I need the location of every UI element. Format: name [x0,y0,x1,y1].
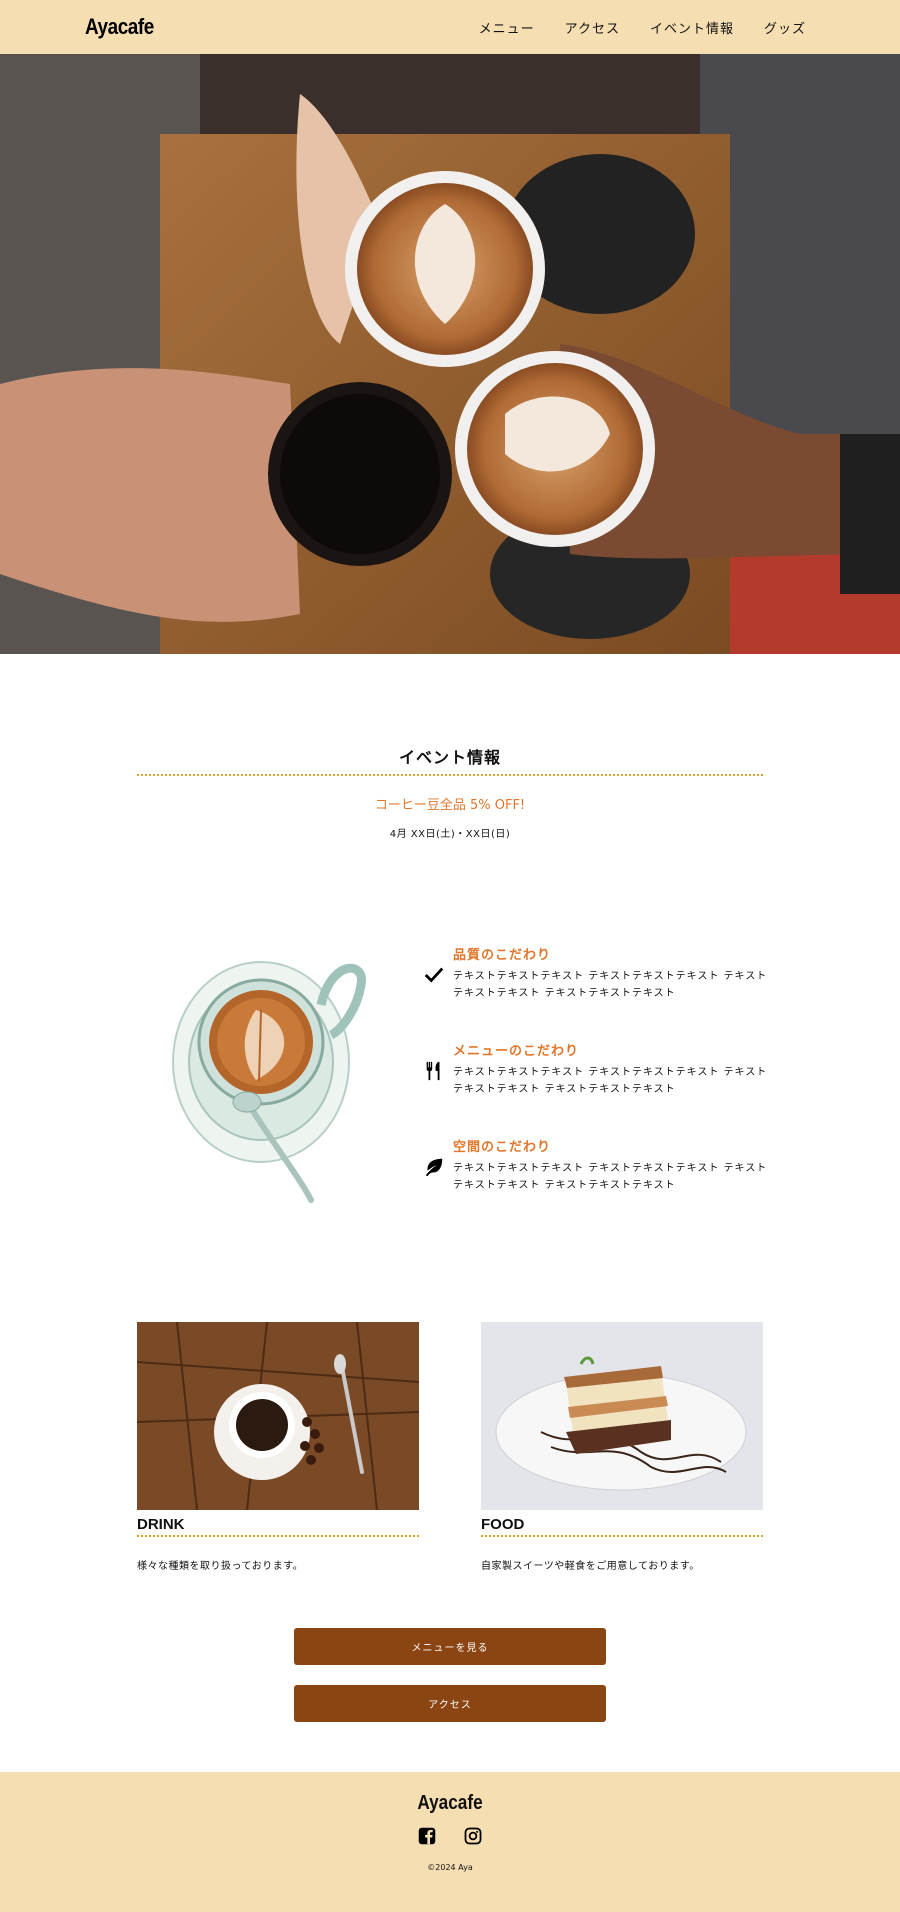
nav-link-goods[interactable]: グッズ [764,18,806,37]
hero-coffee-cheers-photo [0,54,900,654]
access-button[interactable]: アクセス [294,1685,606,1722]
footer-logo[interactable]: Ayacafe [417,1792,482,1815]
nav-link-events[interactable]: イベント情報 [650,18,734,37]
hero-image [0,54,900,654]
drink-card: DRINK 様々な種類を取り扱っております。 [137,1322,419,1572]
card-title: FOOD [481,1516,763,1537]
card-title: DRINK [137,1516,419,1537]
main-nav: メニュー アクセス イベント情報 グッズ [479,18,806,37]
features-section: 品質のこだわり テキストテキストテキスト テキストテキストテキスト テキストテキ… [137,948,766,1232]
feature-text: テキストテキストテキスト テキストテキストテキスト テキストテキストテキスト テ… [453,1067,768,1095]
event-title: イベント情報 [137,744,763,776]
instagram-icon[interactable] [464,1827,482,1845]
event-date: 4月 XX日(土)・XX日(日) [389,829,511,840]
site-header: Ayacafe メニュー アクセス イベント情報 グッズ [0,0,900,54]
social-links [0,1827,900,1845]
menu-cards: DRINK 様々な種類を取り扱っております。 FOOD 自家製スイーツや軽食をご… [137,1322,763,1572]
event-sale-text: コーヒー豆全品 5% OFF! [374,798,526,813]
copyright: ©2024 Aya [427,1863,473,1872]
drink-photo [137,1322,419,1510]
feature-title: メニューのこだわり [453,1044,580,1059]
food-card: FOOD 自家製スイーツや軽食をご用意しております。 [481,1322,763,1572]
view-menu-button[interactable]: メニューを見る [294,1628,606,1665]
event-section: イベント情報 コーヒー豆全品 5% OFF! 4月 XX日(土)・XX日(日) [137,654,763,840]
site-footer: Ayacafe ©2024 Aya [0,1772,900,1912]
food-photo [481,1322,763,1510]
utensils-icon [426,1061,440,1081]
card-text: 様々な種類を取り扱っております。 [137,1561,304,1572]
feature-menu: メニューのこだわり テキストテキストテキスト テキストテキストテキスト テキスト… [423,1040,773,1098]
latte-cup-illustration [172,961,366,1203]
feature-text: テキストテキストテキスト テキストテキストテキスト テキストテキストテキスト テ… [453,971,768,999]
action-buttons: メニューを見る アクセス [0,1628,900,1722]
feature-quality: 品質のこだわり テキストテキストテキスト テキストテキストテキスト テキストテキ… [423,944,773,1002]
feature-title: 空間のこだわり [453,1140,552,1155]
feature-space: 空間のこだわり テキストテキストテキスト テキストテキストテキスト テキストテキ… [423,1136,773,1194]
nav-link-access[interactable]: アクセス [565,18,620,37]
checkmark-icon [424,967,444,983]
facebook-icon[interactable] [418,1827,436,1845]
feature-title: 品質のこだわり [453,948,552,963]
nav-link-menu[interactable]: メニュー [479,18,535,37]
leaf-icon [425,1158,443,1177]
site-logo[interactable]: Ayacafe [85,14,154,40]
card-text: 自家製スイーツや軽食をご用意しております。 [481,1561,700,1572]
feature-text: テキストテキストテキスト テキストテキストテキスト テキストテキストテキスト テ… [453,1163,768,1191]
feature-list: 品質のこだわり テキストテキストテキスト テキストテキストテキスト テキストテキ… [423,944,773,1232]
